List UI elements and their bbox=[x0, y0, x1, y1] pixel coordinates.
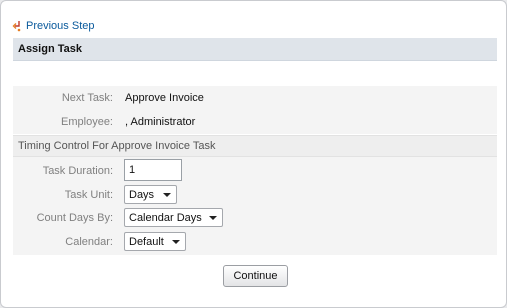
next-task-label: Next Task: bbox=[61, 92, 113, 104]
count-days-label: Count Days By: bbox=[36, 212, 113, 224]
continue-button[interactable]: Continue bbox=[223, 265, 288, 287]
employee-value: , Administrator bbox=[125, 116, 196, 128]
previous-step-link[interactable]: Previous Step bbox=[12, 19, 94, 33]
task-unit-value: Days bbox=[129, 188, 155, 201]
previous-step-icon bbox=[12, 20, 22, 32]
timing-control-title: Timing Control For Approve Invoice Task bbox=[18, 140, 216, 152]
previous-step-label[interactable]: Previous Step bbox=[26, 20, 94, 32]
assign-task-panel: Previous Step Assign Task Next Task: App… bbox=[0, 0, 507, 308]
task-unit-label: Task Unit: bbox=[64, 189, 113, 201]
chevron-down-icon bbox=[209, 216, 217, 220]
next-task-value: Approve Invoice bbox=[125, 92, 204, 104]
chevron-down-icon bbox=[172, 240, 180, 244]
calendar-value: Default bbox=[129, 235, 164, 248]
chevron-down-icon bbox=[163, 193, 171, 197]
task-duration-input[interactable] bbox=[124, 159, 182, 181]
calendar-label: Calendar: bbox=[65, 236, 113, 248]
task-duration-label: Task Duration: bbox=[42, 165, 113, 177]
section-header: Assign Task bbox=[13, 38, 497, 61]
employee-label: Employee: bbox=[61, 116, 113, 128]
count-days-select[interactable]: Calendar Days bbox=[124, 208, 223, 227]
section-title: Assign Task bbox=[18, 43, 82, 55]
count-days-value: Calendar Days bbox=[129, 211, 202, 224]
task-unit-select[interactable]: Days bbox=[124, 185, 177, 204]
timing-control-header: Timing Control For Approve Invoice Task bbox=[13, 135, 497, 157]
calendar-select[interactable]: Default bbox=[124, 232, 186, 251]
